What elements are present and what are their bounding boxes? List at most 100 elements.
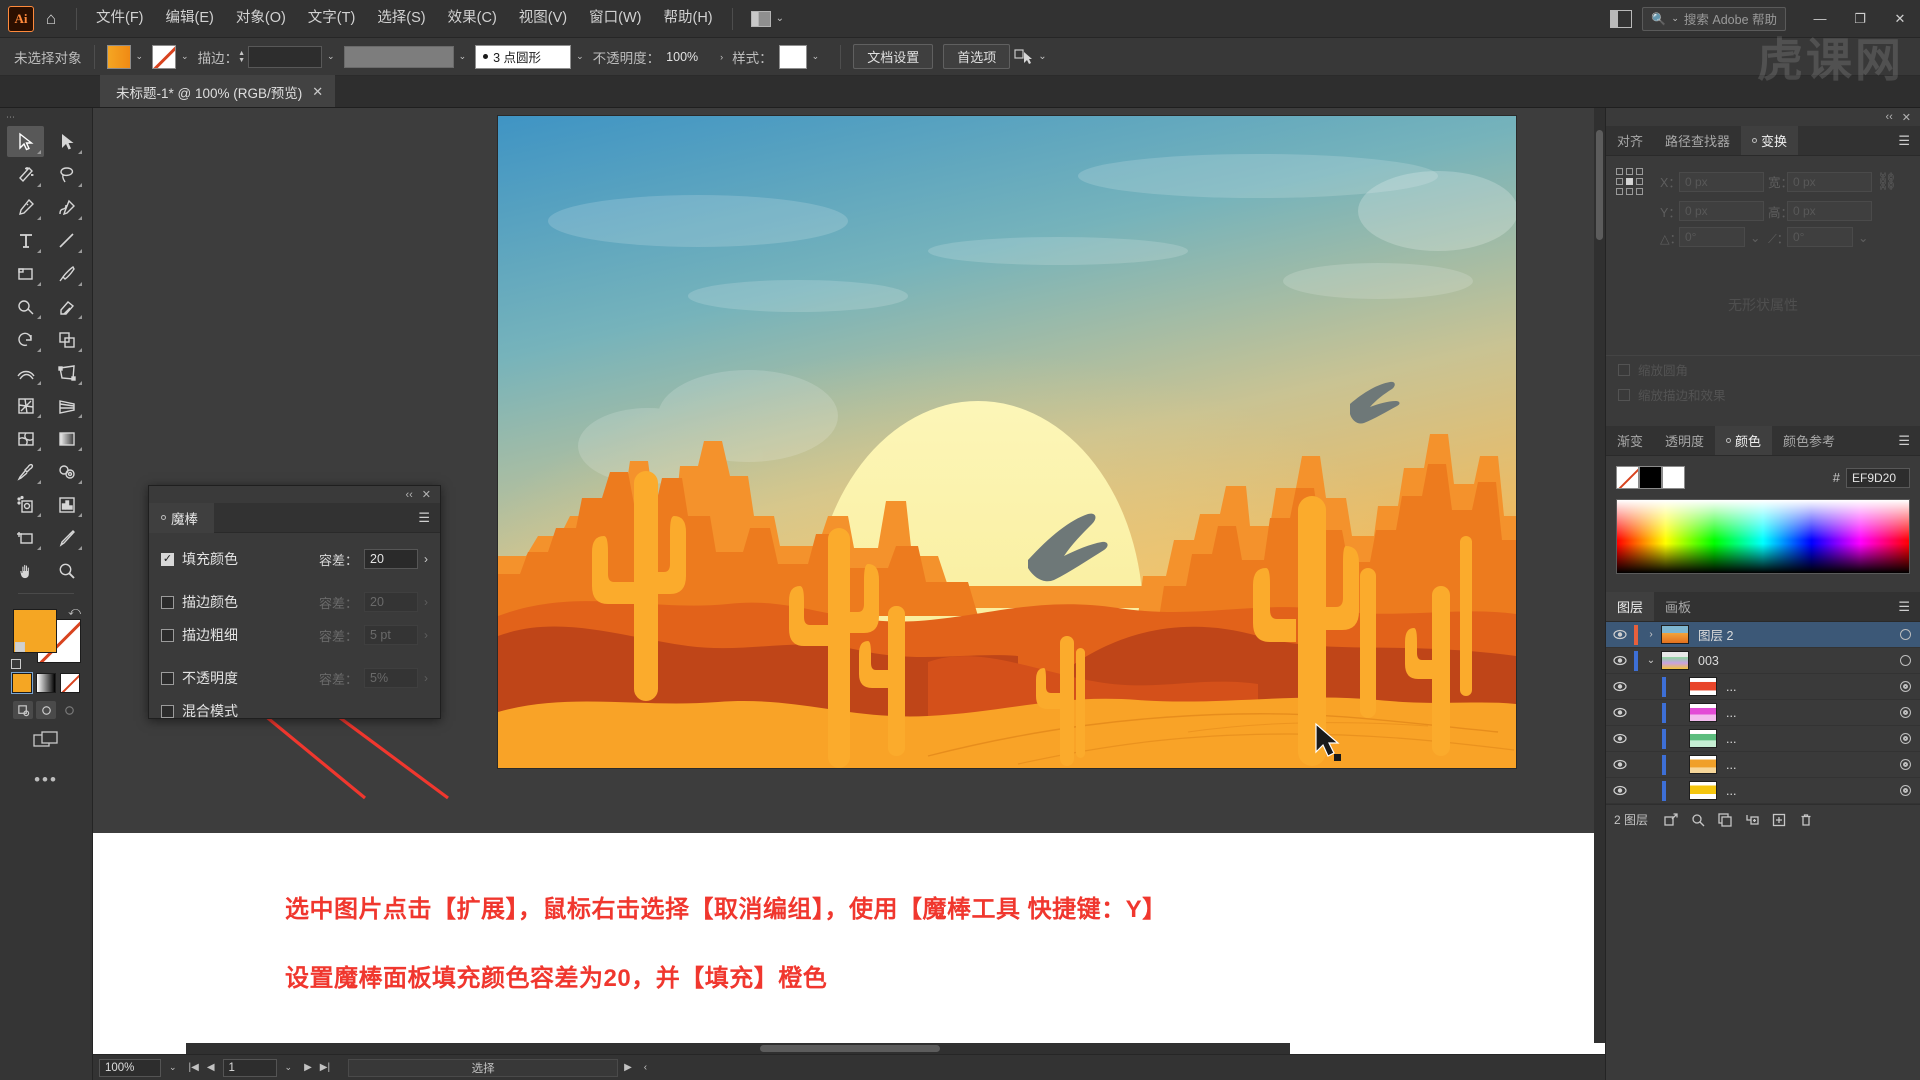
target-indicator-icon[interactable] (1890, 785, 1920, 796)
shaper-tool[interactable] (7, 291, 44, 322)
layer-row-1[interactable]: › 图层 2 (1606, 622, 1920, 648)
hand-tool[interactable] (7, 555, 44, 586)
graphic-style-swatch[interactable] (778, 44, 807, 69)
chevron-down-icon[interactable]: ⌄ (1750, 230, 1764, 245)
variable-width-profile[interactable] (343, 45, 454, 68)
scale-corners-row[interactable]: 缩放圆角 (1618, 360, 1908, 379)
reference-point-selector[interactable] (1616, 168, 1656, 195)
delete-selection-icon[interactable] (1794, 809, 1818, 831)
mw-row-fill-color[interactable]: 填充颜色 容差： 20 › (161, 545, 428, 573)
target-indicator-icon[interactable] (1890, 629, 1920, 640)
chevron-down-icon[interactable]: ⌄ (576, 51, 584, 62)
gradient-mode-button[interactable] (36, 673, 56, 693)
layer-name[interactable]: ... (1726, 680, 1890, 694)
target-indicator-icon[interactable] (1890, 655, 1920, 666)
artboard-tool[interactable] (7, 522, 44, 553)
mesh-tool[interactable] (7, 423, 44, 454)
chevron-down-icon[interactable]: ⌄ (327, 51, 335, 62)
vscroll-thumb[interactable] (1596, 130, 1603, 240)
blend-mode-checkbox[interactable] (161, 704, 174, 718)
status-display[interactable]: 选择 (348, 1058, 619, 1077)
menu-object[interactable]: 对象(O) (225, 7, 297, 30)
visibility-toggle-icon[interactable] (1606, 707, 1634, 718)
change-screen-mode-icon[interactable] (33, 731, 59, 756)
layer-name[interactable]: ... (1726, 706, 1890, 720)
layer-name[interactable]: ... (1726, 758, 1890, 772)
transform-shear[interactable]: ⟋： 0° ⌄ (1768, 227, 1872, 247)
swap-fill-stroke-icon[interactable]: ⤺ (68, 604, 81, 619)
create-new-layer-icon[interactable] (1767, 809, 1791, 831)
none-mode-button[interactable] (60, 673, 80, 693)
visibility-toggle-icon[interactable] (1606, 759, 1634, 770)
next-artboard-button[interactable]: ▶ (300, 1062, 316, 1073)
tab-transform[interactable]: 变换 (1741, 126, 1799, 155)
rectangle-tool[interactable] (7, 258, 44, 289)
layer-name[interactable]: 图层 2 (1698, 625, 1890, 644)
blend-tool[interactable] (48, 456, 85, 487)
create-sublayer-icon[interactable] (1740, 809, 1764, 831)
maximize-button[interactable]: ❐ (1840, 0, 1880, 38)
edit-toolbar-icon[interactable]: ••• (34, 770, 58, 790)
zoom-level-input[interactable]: 100% (99, 1058, 161, 1077)
collapse-arrow-icon[interactable]: ⌄ (1641, 655, 1661, 666)
workspace-switcher[interactable]: ⌄ (745, 9, 790, 29)
draw-behind-icon[interactable] (36, 701, 56, 719)
curvature-tool[interactable] (48, 192, 85, 223)
fill-color-swatch[interactable] (106, 44, 131, 69)
mw-row-stroke-color[interactable]: 描边颜色 容差： 20 › (161, 588, 428, 616)
visibility-toggle-icon[interactable] (1606, 629, 1634, 640)
home-icon[interactable]: ⌂ (34, 0, 68, 38)
visibility-toggle-icon[interactable] (1606, 681, 1634, 692)
transform-y[interactable]: Y： 0 px (1660, 201, 1764, 221)
panel-menu-icon[interactable]: ☰ (418, 511, 430, 524)
line-segment-tool[interactable] (48, 225, 85, 256)
chevron-down-icon[interactable]: ⌄ (812, 51, 820, 62)
tab-pathfinder[interactable]: 路径查找器 (1654, 126, 1741, 155)
panel-menu-icon[interactable]: ☰ (1888, 426, 1920, 455)
color-mode-button[interactable] (11, 672, 33, 694)
preferences-button[interactable]: 首选项 (943, 44, 1011, 69)
w-input[interactable]: 0 px (1787, 171, 1872, 192)
last-artboard-button[interactable]: ▶| (316, 1062, 334, 1073)
close-icon[interactable]: ✕ (422, 488, 431, 501)
chevron-down-icon[interactable]: ⌄ (161, 1062, 185, 1073)
layer-name[interactable]: ... (1726, 784, 1890, 798)
opacity-checkbox[interactable] (161, 671, 174, 685)
menu-file[interactable]: 文件(F) (85, 7, 155, 30)
magic-wand-tool[interactable] (7, 159, 44, 190)
paintbrush-tool[interactable] (48, 258, 85, 289)
tab-color[interactable]: 颜色 (1715, 426, 1773, 455)
tab-magic-wand[interactable]: 魔棒 (149, 502, 214, 533)
vertical-scrollbar[interactable] (1594, 108, 1605, 1043)
prev-artboard-button[interactable]: ◀ (203, 1062, 219, 1073)
scale-strokes-row[interactable]: 缩放描边和效果 (1618, 385, 1908, 404)
stroke-color-swatch[interactable] (152, 44, 177, 69)
layer-row-6[interactable]: ... (1606, 752, 1920, 778)
tab-align[interactable]: 对齐 (1606, 126, 1654, 155)
menu-view[interactable]: 视图(V) (508, 7, 578, 30)
rotate-tool[interactable] (7, 324, 44, 355)
none-swatch[interactable] (1616, 466, 1639, 489)
toolbar-grip[interactable]: ⋯ (6, 112, 16, 123)
panel-menu-icon[interactable]: ☰ (1888, 592, 1920, 621)
visibility-toggle-icon[interactable] (1606, 655, 1634, 666)
make-clipping-mask-icon[interactable] (1713, 809, 1737, 831)
collapse-icon[interactable]: ‹‹ (405, 489, 412, 501)
color-spectrum[interactable] (1616, 499, 1910, 574)
transform-angle[interactable]: △： 0° ⌄ (1660, 227, 1764, 247)
scale-strokes-checkbox[interactable] (1618, 388, 1630, 401)
layer-name[interactable]: 003 (1698, 654, 1890, 668)
brush-definition-select[interactable]: 3 点圆形 (475, 44, 572, 69)
layer-name[interactable]: ... (1726, 732, 1890, 746)
visibility-toggle-icon[interactable] (1606, 733, 1634, 744)
panel-menu-icon[interactable]: ☰ (1888, 126, 1920, 155)
gradient-tool[interactable] (48, 423, 85, 454)
status-menu-icon[interactable]: ▶ (618, 1062, 638, 1073)
chevron-down-icon[interactable]: ⌄ (181, 51, 189, 62)
perspective-grid-tool[interactable] (48, 390, 85, 421)
transform-x[interactable]: X： 0 px (1660, 171, 1764, 192)
eyedropper-tool[interactable] (7, 456, 44, 487)
close-icon[interactable]: ✕ (1902, 111, 1911, 124)
fill-tolerance-slider-icon[interactable]: › (424, 552, 428, 566)
artboard-number-input[interactable]: 1 (222, 1058, 277, 1077)
